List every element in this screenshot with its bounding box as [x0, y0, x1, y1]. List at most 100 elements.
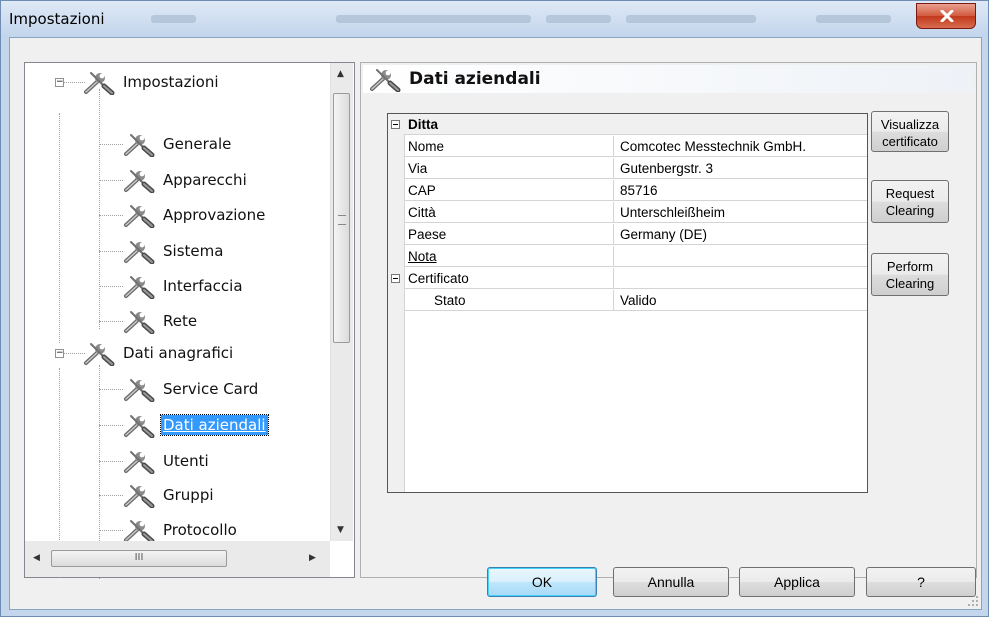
collapse-toggle[interactable]: − — [55, 349, 64, 358]
company-data-panel: Dati aziendali Ditta Nome Comcotec Messt… — [360, 62, 977, 578]
button-label: Clearing — [885, 203, 935, 218]
tree-horizontal-scrollbar[interactable]: ◀ III ▶ — [25, 541, 330, 577]
collapse-toggle[interactable]: − — [55, 78, 64, 87]
scroll-right-icon[interactable]: ▶ — [309, 553, 316, 563]
property-value[interactable]: Unterschleißheim — [614, 202, 867, 223]
tree-item-service-card[interactable]: Service Card — [123, 374, 260, 404]
tree-connector — [99, 495, 123, 496]
button-label: Perform — [886, 259, 934, 274]
tree-item-interfaccia[interactable]: Interfaccia — [123, 271, 245, 301]
tree-connector — [99, 530, 123, 531]
tools-icon — [123, 448, 155, 474]
blurred-text — [151, 15, 196, 23]
tree-item-label: Dati aziendali — [160, 414, 269, 436]
scroll-thumb[interactable] — [333, 93, 350, 343]
grid-row-stato[interactable]: Stato Valido — [388, 290, 867, 312]
button-label: Request — [885, 186, 935, 201]
property-key: Nome — [404, 136, 614, 157]
tree-connector — [99, 389, 123, 390]
tree-item-rete[interactable]: Rete — [123, 306, 199, 336]
tools-icon — [123, 238, 155, 264]
tree-connector — [99, 89, 100, 329]
grid-row-nota[interactable]: Nota — [388, 246, 867, 268]
grid-row-via[interactable]: Via Gutenbergstr. 3 — [388, 158, 867, 180]
tree-item-utenti[interactable]: Utenti — [123, 446, 211, 476]
tools-icon — [123, 273, 155, 299]
property-key: Città — [404, 202, 614, 223]
tools-icon — [123, 412, 155, 438]
tree-connector — [99, 251, 123, 252]
property-value[interactable]: Gutenbergstr. 3 — [614, 158, 867, 179]
tree-item-gruppi[interactable]: Gruppi — [123, 480, 216, 510]
property-key: Nota — [404, 246, 614, 267]
resize-grip-icon[interactable] — [967, 595, 979, 607]
tree-connector — [99, 180, 123, 181]
tree-connector — [99, 425, 123, 426]
help-button[interactable]: ? — [866, 567, 976, 597]
window-title: Impostazioni — [9, 10, 105, 28]
scroll-down-icon[interactable]: ▼ — [337, 525, 344, 535]
tools-icon — [123, 482, 155, 508]
grid-row-nome[interactable]: Nome Comcotec Messtechnik GmbH. — [388, 136, 867, 158]
blurred-text — [546, 15, 611, 23]
close-button[interactable] — [916, 3, 976, 29]
tree-item-dati-aziendali[interactable]: Dati aziendali — [123, 410, 269, 440]
grid-row-citta[interactable]: Città Unterschleißheim — [388, 202, 867, 224]
tree-item-label: Interfaccia — [163, 277, 243, 295]
collapse-icon[interactable] — [391, 274, 400, 283]
grid-category-ditta[interactable]: Ditta — [388, 114, 867, 136]
ok-button[interactable]: OK — [487, 567, 597, 597]
property-value[interactable]: 85716 — [614, 180, 867, 201]
property-value[interactable]: Comcotec Messtechnik GmbH. — [614, 136, 867, 157]
category-label: Ditta — [404, 114, 867, 135]
tree-connector — [99, 321, 123, 322]
tree-item-approvazione[interactable]: Approvazione — [123, 200, 267, 230]
scroll-thumb[interactable]: III — [51, 550, 227, 567]
title-bar[interactable]: Impostazioni — [1, 1, 988, 37]
request-clearing-button[interactable]: Request Clearing — [871, 180, 949, 223]
tree-item-label: Dati anagrafici — [123, 344, 234, 362]
property-value[interactable]: Germany (DE) — [614, 224, 867, 245]
tree-item-dati-anagrafici[interactable]: Dati anagrafici — [83, 338, 235, 368]
scroll-left-icon[interactable]: ◀ — [33, 553, 40, 563]
view-certificate-button[interactable]: Visualizza certificato — [871, 111, 949, 152]
tree-connector — [99, 461, 123, 462]
perform-clearing-button[interactable]: Perform Clearing — [871, 253, 949, 296]
tree-item-label: Utenti — [163, 452, 209, 470]
tree-connector — [59, 113, 60, 343]
tree-item-apparecchi[interactable]: Apparecchi — [123, 165, 249, 195]
tools-icon — [123, 202, 155, 228]
tree-item-label: Protocollo — [163, 521, 237, 539]
grid-row-cap[interactable]: CAP 85716 — [388, 180, 867, 202]
property-key: Via — [404, 158, 614, 179]
collapse-icon[interactable] — [391, 120, 400, 129]
tree-connector — [99, 286, 123, 287]
button-label: Visualizza — [880, 117, 940, 132]
property-grid: Ditta Nome Comcotec Messtechnik GmbH. Vi… — [387, 113, 868, 493]
tree-item-label: Approvazione — [163, 206, 266, 224]
tree-item-generale[interactable]: Generale — [123, 129, 233, 159]
property-value[interactable] — [614, 246, 867, 267]
tree-connector — [99, 215, 123, 216]
button-label: certificato — [882, 134, 938, 149]
tools-icon — [123, 517, 155, 543]
grid-row-paese[interactable]: Paese Germany (DE) — [388, 224, 867, 246]
apply-button[interactable]: Applica — [739, 567, 855, 597]
blurred-text — [626, 15, 756, 23]
tree-item-label: Impostazioni — [123, 73, 219, 91]
cancel-button[interactable]: Annulla — [613, 567, 729, 597]
tools-icon — [123, 167, 155, 193]
grid-category-certificato[interactable]: Certificato — [388, 268, 867, 290]
category-label: Certificato — [404, 268, 614, 289]
dialog-client-area: − − Impostazioni Generale Apparecchi App… — [9, 37, 982, 610]
tree-item-sistema[interactable]: Sistema — [123, 236, 225, 266]
scroll-up-icon[interactable]: ▲ — [337, 69, 344, 79]
settings-tree: − − Impostazioni Generale Apparecchi App… — [24, 62, 355, 579]
tree-item-label: Rete — [163, 312, 198, 330]
tree-vertical-scrollbar[interactable]: ▲ ▼ — [330, 63, 353, 541]
tree-item-label: Generale — [163, 135, 232, 153]
panel-title: Dati aziendali — [409, 69, 541, 89]
tools-icon — [83, 69, 115, 95]
tree-item-impostazioni[interactable]: Impostazioni — [83, 67, 221, 97]
property-value[interactable]: Valido — [614, 290, 867, 311]
